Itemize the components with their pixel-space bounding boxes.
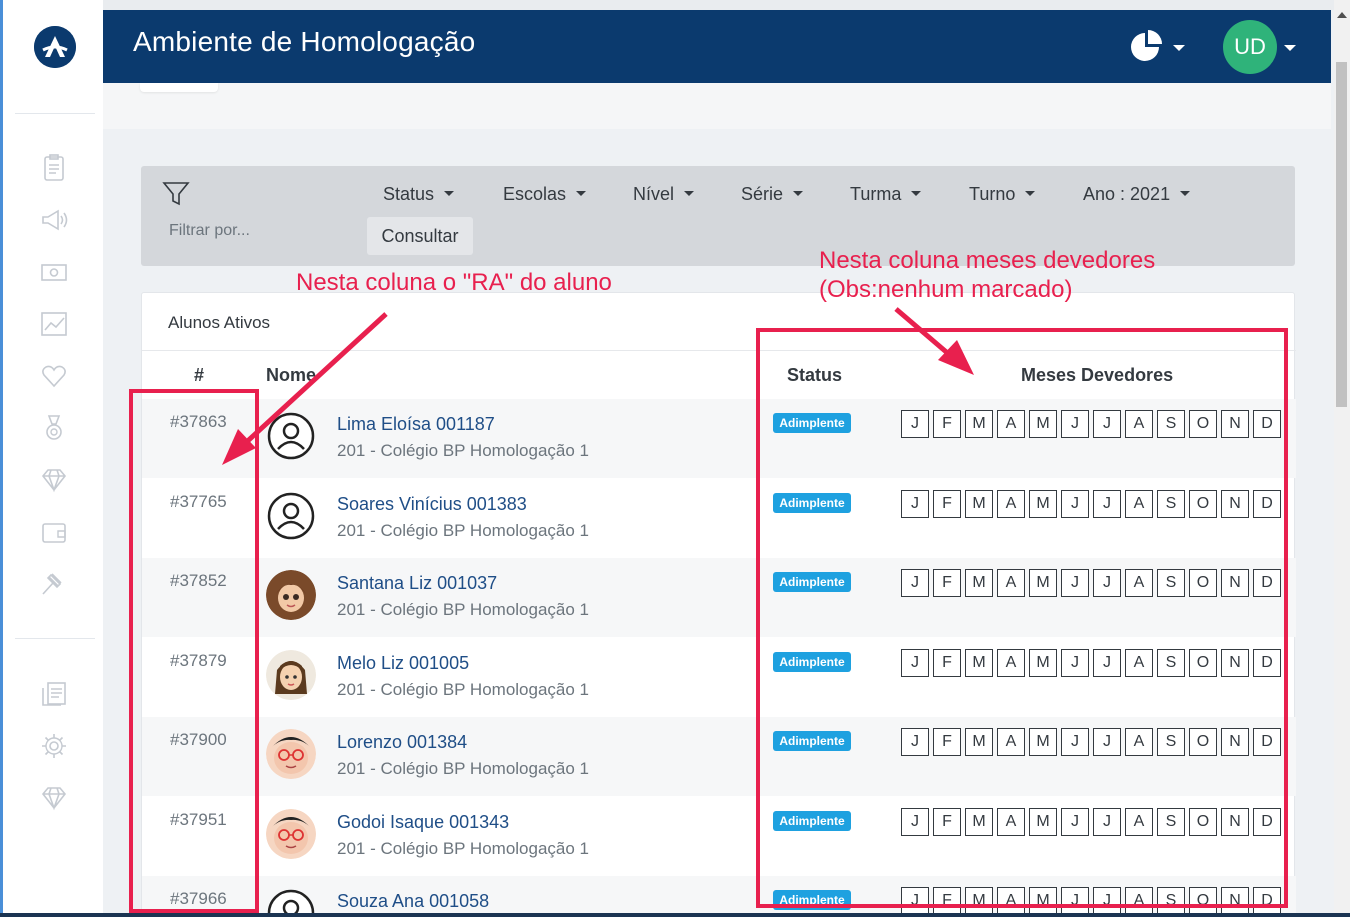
header-name: Nome bbox=[266, 365, 317, 385]
student-name-link[interactable]: Lima Eloísa 001187 bbox=[337, 414, 495, 435]
student-name-link[interactable]: Lorenzo 001384 bbox=[337, 732, 467, 753]
subheader-strip bbox=[103, 83, 1331, 129]
heart-icon[interactable] bbox=[39, 361, 69, 391]
ra-annotation: Nesta coluna o "RA" do aluno bbox=[296, 269, 612, 296]
diamond-icon[interactable] bbox=[39, 783, 69, 813]
user-menu-button[interactable]: UD bbox=[1223, 20, 1303, 74]
card-title: Alunos Ativos bbox=[168, 313, 271, 332]
student-avatar bbox=[266, 729, 316, 779]
page-title: Ambiente de Homologação bbox=[133, 26, 476, 57]
chevron-down-icon bbox=[793, 191, 804, 196]
sidebar bbox=[0, 0, 103, 917]
app-logo[interactable] bbox=[34, 26, 76, 68]
logo-icon bbox=[34, 26, 76, 68]
student-name-link[interactable]: Santana Liz 001037 bbox=[337, 573, 497, 594]
student-avatar bbox=[266, 808, 316, 859]
pie-chart-icon bbox=[1131, 30, 1162, 61]
page-scrollbar[interactable] bbox=[1334, 0, 1350, 917]
scroll-up-icon[interactable] bbox=[1337, 12, 1347, 18]
chevron-down-icon bbox=[1025, 191, 1036, 196]
chevron-down-icon bbox=[1284, 45, 1296, 51]
months-annotation-line2: (Obs:nenhum marcado) bbox=[819, 276, 1073, 303]
months-annotation-line1: Nesta coluna meses devedores bbox=[819, 247, 1156, 274]
filter-icon[interactable] bbox=[162, 180, 190, 208]
taskbar-edge bbox=[0, 913, 1350, 917]
student-name-link[interactable]: Soares Vinícius 001383 bbox=[337, 494, 527, 515]
student-avatar bbox=[266, 491, 316, 541]
grade-dropdown[interactable]: Série bbox=[741, 184, 804, 205]
wallet-icon[interactable] bbox=[39, 517, 69, 547]
shift-dropdown[interactable]: Turno bbox=[969, 184, 1036, 205]
user-avatar: UD bbox=[1223, 20, 1277, 74]
chevron-down-icon bbox=[1180, 191, 1191, 196]
header-id: # bbox=[194, 365, 205, 385]
scroll-thumb[interactable] bbox=[1336, 62, 1347, 407]
student-school: 201 - Colégio BP Homologação 1 bbox=[337, 838, 590, 858]
chevron-down-icon bbox=[444, 191, 455, 196]
class-dropdown[interactable]: Turma bbox=[850, 184, 922, 205]
top-frame bbox=[103, 0, 1334, 10]
medal-icon[interactable] bbox=[39, 413, 69, 443]
student-avatar bbox=[266, 411, 316, 461]
student-school: 201 - Colégio BP Homologação 1 bbox=[337, 520, 590, 540]
year-dropdown[interactable]: Ano : 2021 bbox=[1083, 184, 1191, 205]
megaphone-icon[interactable] bbox=[39, 205, 69, 235]
reports-icon[interactable] bbox=[39, 679, 69, 709]
months-highlight-box bbox=[756, 328, 1288, 908]
filter-label: Filtrar por... bbox=[169, 222, 250, 239]
student-school: 201 - Colégio BP Homologação 1 bbox=[337, 759, 590, 778]
level-dropdown[interactable]: Nível bbox=[633, 184, 695, 205]
money-icon[interactable] bbox=[39, 257, 69, 287]
sidebar-divider bbox=[15, 638, 95, 639]
chevron-down-icon bbox=[576, 191, 587, 196]
student-name-link[interactable]: Souza Ana 001058 bbox=[337, 891, 489, 912]
student-name-link[interactable]: Godoi Isaque 001343 bbox=[337, 812, 509, 833]
chart-icon[interactable] bbox=[39, 309, 69, 339]
top-header: Ambiente de Homologação UD bbox=[103, 10, 1331, 83]
student-school: 201 - Colégio BP Homologação 1 bbox=[337, 679, 590, 699]
student-school: 201 - Colégio BP Homologação 1 bbox=[337, 600, 590, 619]
student-avatar bbox=[266, 649, 316, 700]
chevron-down-icon bbox=[684, 191, 695, 196]
diamond-icon[interactable] bbox=[39, 465, 69, 495]
student-name-link[interactable]: Melo Liz 001005 bbox=[337, 653, 469, 674]
chevron-down-icon bbox=[911, 191, 922, 196]
consult-button[interactable]: Consultar bbox=[367, 217, 473, 255]
chevron-down-icon bbox=[1173, 45, 1185, 51]
schools-dropdown[interactable]: Escolas bbox=[503, 184, 587, 205]
student-school: 201 - Colégio BP Homologação 1 bbox=[337, 441, 590, 460]
status-dropdown[interactable]: Status bbox=[383, 184, 455, 205]
student-avatar bbox=[266, 570, 316, 620]
collapsed-tab[interactable] bbox=[140, 83, 218, 92]
gavel-icon[interactable] bbox=[39, 569, 69, 599]
reports-menu-button[interactable] bbox=[1127, 27, 1187, 67]
sidebar-divider bbox=[15, 113, 95, 114]
gear-icon[interactable] bbox=[39, 731, 69, 761]
ra-highlight-box bbox=[129, 389, 259, 913]
clipboard-icon[interactable] bbox=[39, 153, 69, 183]
